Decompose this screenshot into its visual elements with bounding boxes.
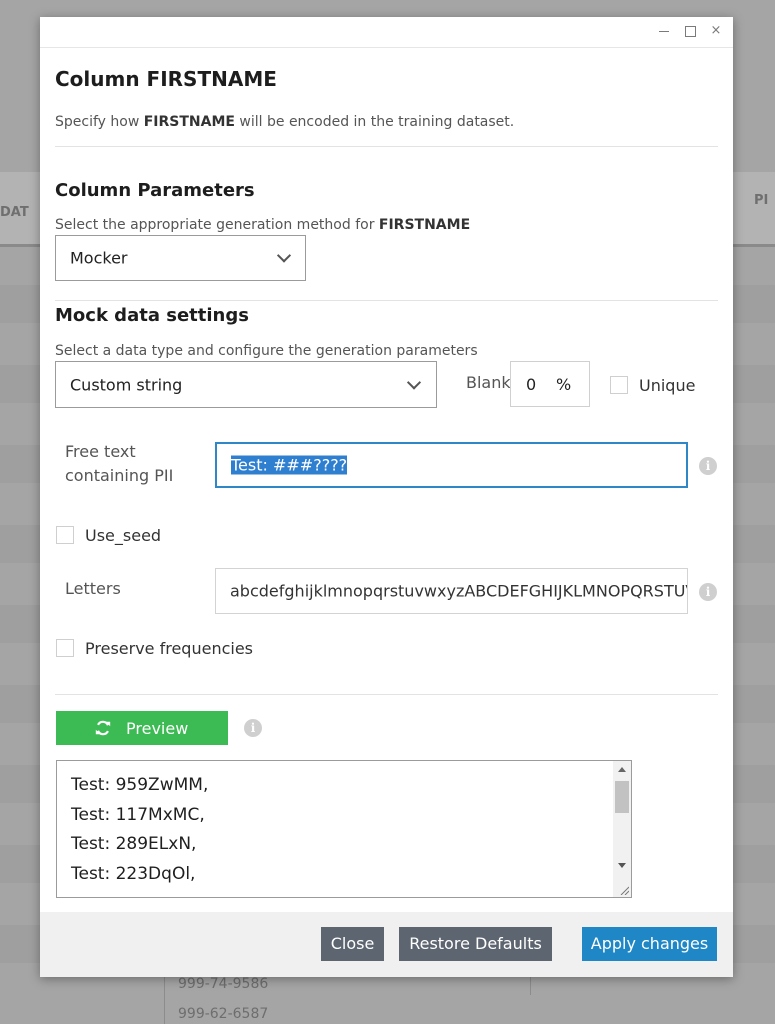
use-seed-checkbox[interactable] <box>56 526 74 544</box>
bg-cell: 999-74-9586 <box>178 976 269 992</box>
free-text-value: Test: ###???? <box>231 455 348 475</box>
preview-line: Test: 959ZwMM, <box>71 775 209 795</box>
divider <box>55 146 718 147</box>
divider <box>55 300 718 301</box>
scroll-thumb[interactable] <box>615 781 629 813</box>
generation-method-hint: Select the appropriate generation method… <box>55 217 471 233</box>
info-icon[interactable]: i <box>244 719 262 737</box>
divider <box>55 694 718 695</box>
restore-defaults-button[interactable]: Restore Defaults <box>399 927 552 961</box>
info-icon[interactable]: i <box>699 583 717 601</box>
dialog-title: Column FIRSTNAME <box>55 67 277 91</box>
dialog-titlebar: × <box>40 17 733 48</box>
resize-grip-icon[interactable] <box>619 885 629 895</box>
letters-input[interactable]: abcdefghijklmnopqrstuvwxyzABCDEFGHIJKLMN… <box>215 568 688 614</box>
preserve-frequencies-checkbox[interactable] <box>56 639 74 657</box>
dialog-footer: Close Restore Defaults Apply changes <box>40 912 733 977</box>
letters-label: Letters <box>65 579 121 598</box>
close-icon[interactable]: × <box>709 24 723 38</box>
chevron-down-icon <box>276 248 292 263</box>
bg-cell: 999-62-6587 <box>178 1006 269 1022</box>
preview-button[interactable]: Preview <box>56 711 228 745</box>
letters-value: abcdefghijklmnopqrstuvwxyzABCDEFGHIJKLMN… <box>230 581 687 601</box>
close-button[interactable]: Close <box>321 927 384 961</box>
preview-line: Test: 289ELxN, <box>71 834 197 854</box>
dialog-description: Specify how FIRSTNAME will be encoded in… <box>55 114 515 130</box>
generation-method-value: Mocker <box>70 248 128 268</box>
bg-column-header-right: PI <box>754 193 769 208</box>
free-text-label: Free text containing PII <box>65 442 174 485</box>
preview-line: Test: 223DqOl, <box>71 864 196 884</box>
preview-button-label: Preview <box>126 719 189 738</box>
scroll-down-icon[interactable] <box>618 863 626 868</box>
minimize-icon[interactable] <box>657 24 671 38</box>
apply-changes-button[interactable]: Apply changes <box>582 927 717 961</box>
use-seed-label: Use_seed <box>85 526 162 545</box>
mock-settings-title: Mock data settings <box>55 305 249 326</box>
column-settings-dialog: × Column FIRSTNAME Specify how FIRSTNAME… <box>40 17 733 977</box>
scroll-up-icon[interactable] <box>618 767 626 772</box>
column-parameters-title: Column Parameters <box>55 180 255 201</box>
data-type-value: Custom string <box>70 375 183 394</box>
refresh-icon <box>95 720 111 736</box>
bg-column-header-left: DAT <box>0 205 29 220</box>
data-type-select[interactable]: Custom string <box>55 361 437 408</box>
blank-value: 0 <box>526 375 537 394</box>
info-icon[interactable]: i <box>699 457 717 475</box>
chevron-down-icon <box>406 374 422 390</box>
bg-divider <box>530 975 531 995</box>
mock-settings-hint: Select a data type and configure the gen… <box>55 343 478 359</box>
percent-unit: % <box>556 375 572 394</box>
preview-output-textarea[interactable]: Test: 959ZwMM, Test: 117MxMC, Test: 289E… <box>56 760 632 898</box>
preview-scrollbar[interactable] <box>613 761 631 897</box>
preview-line: Test: 117MxMC, <box>71 805 205 825</box>
preserve-frequencies-label: Preserve frequencies <box>85 639 253 658</box>
maximize-icon[interactable] <box>683 24 697 38</box>
unique-label: Unique <box>639 376 696 395</box>
unique-checkbox[interactable] <box>610 376 628 394</box>
generation-method-select[interactable]: Mocker <box>55 235 306 281</box>
free-text-input[interactable]: Test: ###???? <box>215 442 688 488</box>
bg-divider <box>164 975 165 1024</box>
blank-label: Blank <box>466 373 511 392</box>
blank-percent-input[interactable]: 0 % <box>510 361 590 407</box>
